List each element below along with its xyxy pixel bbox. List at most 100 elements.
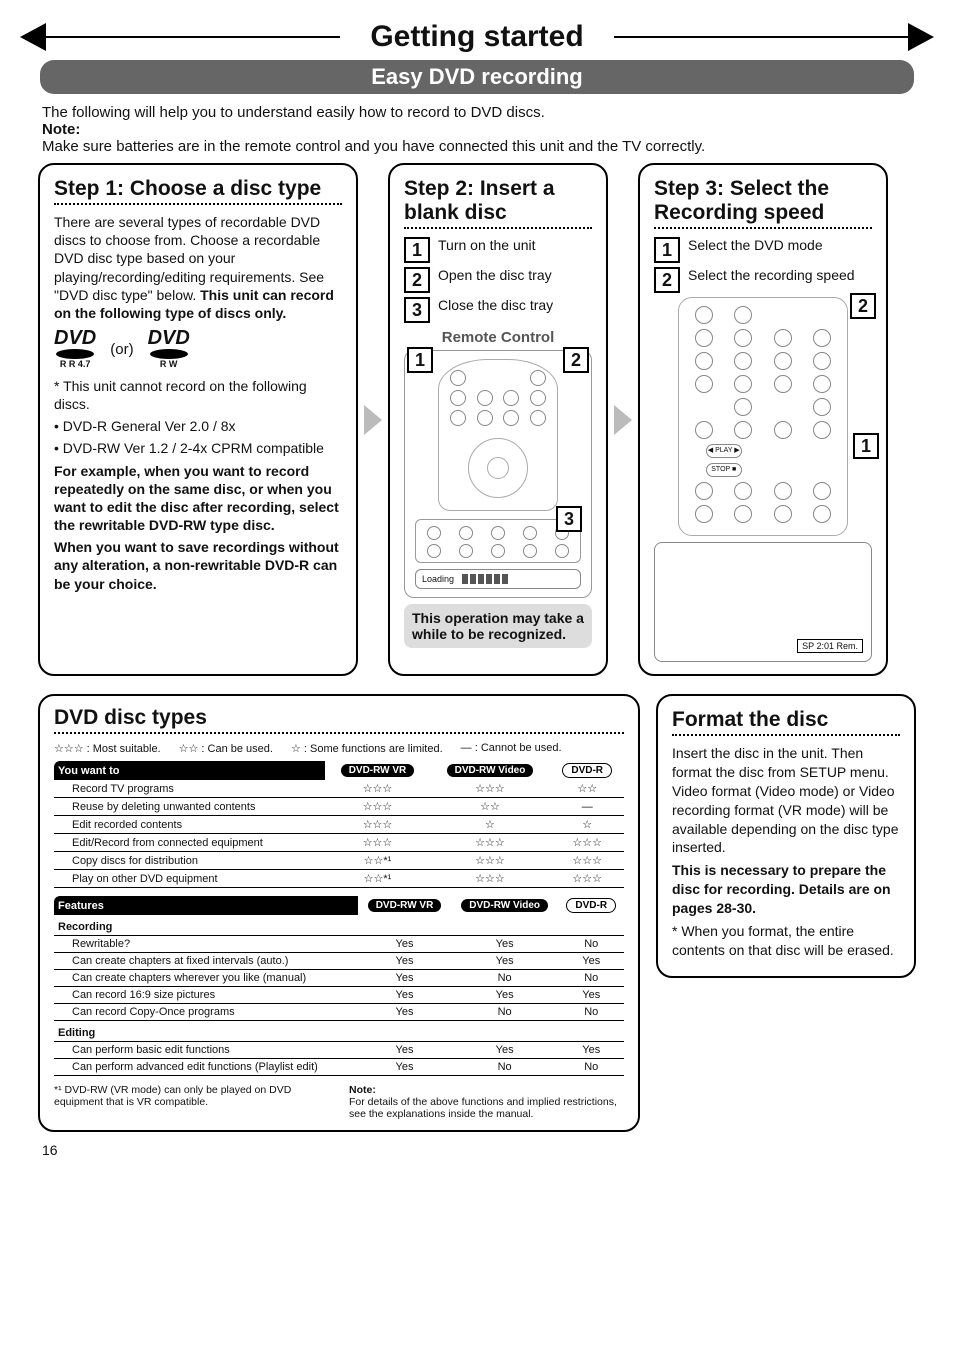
step1-bullet2: • DVD-RW Ver 1.2 / 2-4x CPRM compatible — [54, 439, 342, 457]
table-row: Can create chapters wherever you like (m… — [54, 970, 624, 987]
disc-types-box: DVD disc types ☆☆☆ : Most suitable. ☆☆ :… — [38, 694, 640, 1132]
cell: ☆☆☆ — [430, 852, 551, 870]
row-label: Play on other DVD equipment — [54, 870, 325, 888]
col-dvdr-label: DVD-R — [562, 763, 612, 778]
remote-button-icon — [503, 410, 519, 426]
col-dvdr: DVD-R — [558, 896, 624, 915]
cell: ☆☆☆ — [550, 834, 624, 852]
step2-item3-text: Close the disc tray — [438, 297, 553, 313]
table-row: Reuse by deleting unwanted contents ☆☆☆ … — [54, 798, 624, 816]
remote-button-icon — [450, 410, 466, 426]
num-3-icon: 3 — [404, 297, 430, 323]
step2-item1-text: Turn on the unit — [438, 237, 536, 253]
dvd-r-logo-sub: R R 4.7 — [54, 361, 96, 369]
cell: Yes — [358, 1042, 451, 1059]
row-label: Can create chapters wherever you like (m… — [54, 970, 358, 987]
footnote-2: Note: For details of the above functions… — [349, 1084, 624, 1120]
dvd-rw-logo-text: DVD — [148, 330, 190, 347]
cell: ☆☆☆ — [325, 834, 429, 852]
arrow-right-icon — [614, 405, 632, 435]
step2-item2-text: Open the disc tray — [438, 267, 552, 283]
table-row: Copy discs for distribution ☆☆*¹ ☆☆☆ ☆☆☆ — [54, 852, 624, 870]
num-1-icon: 1 — [654, 237, 680, 263]
cell: Yes — [558, 1042, 624, 1059]
osd-text: SP 2:01 Rem. — [797, 639, 863, 653]
cell: Yes — [451, 936, 559, 953]
col-dvdrw-vr-label: DVD-RW VR — [341, 764, 415, 777]
remote-button-icon — [450, 370, 466, 386]
step3-item1: 1Select the DVD mode — [654, 237, 872, 263]
section-label: Recording — [54, 915, 624, 936]
section-label: Editing — [54, 1021, 624, 1042]
remote-button-icon — [503, 390, 519, 406]
cell: ☆☆*¹ — [325, 852, 429, 870]
intro-line1: The following will help you to understan… — [42, 104, 912, 121]
num-2-icon: 2 — [404, 267, 430, 293]
table-row: Edit/Record from connected equipment ☆☆☆… — [54, 834, 624, 852]
row-label: Rewritable? — [54, 936, 358, 953]
table-row: Edit recorded contents ☆☆☆ ☆ ☆ — [54, 816, 624, 834]
cell: ☆☆☆ — [430, 834, 551, 852]
step1-p3: For example, when you want to record rep… — [54, 462, 342, 535]
format-p2: This is necessary to prepare the disc fo… — [672, 861, 900, 918]
tv-frame-icon: SP 2:01 Rem. — [654, 542, 872, 662]
banner-line — [46, 36, 340, 38]
or-label: (or) — [110, 341, 133, 358]
intro-line2: Make sure batteries are in the remote co… — [42, 138, 912, 155]
cell: Yes — [358, 953, 451, 970]
col-dvdrw-video-label: DVD-RW Video — [447, 764, 534, 777]
steps-row: Step 1: Choose a disc type There are sev… — [38, 163, 916, 676]
cell: No — [451, 1004, 559, 1021]
arrow-right-icon — [364, 405, 382, 435]
col-dvdrw-video-label: DVD-RW Video — [461, 899, 548, 912]
cell: No — [558, 970, 624, 987]
cell: Yes — [358, 1004, 451, 1021]
cell: Yes — [451, 953, 559, 970]
remote-button-icon — [530, 390, 546, 406]
step2-item1: 1Turn on the unit — [404, 237, 592, 263]
row-label: Reuse by deleting unwanted contents — [54, 798, 325, 816]
dvd-rw-logo-icon: DVD R W — [148, 330, 190, 369]
table-row: Rewritable? Yes Yes No — [54, 936, 624, 953]
step1-divider — [54, 203, 342, 205]
callout-2-icon: 2 — [850, 293, 876, 319]
col-dvdrw-video: DVD-RW Video — [451, 896, 559, 915]
cell: Yes — [358, 936, 451, 953]
table2-head: Features — [54, 896, 358, 915]
disc-types-title: DVD disc types — [54, 706, 624, 730]
disc-logos: DVD R R 4.7 (or) DVD R W — [54, 330, 342, 369]
callout-1-icon: 1 — [853, 433, 879, 459]
remote-button-icon — [477, 410, 493, 426]
format-divider — [672, 734, 900, 736]
dvd-r-logo-icon: DVD R R 4.7 — [54, 330, 96, 369]
footnotes: *¹ DVD-RW (VR mode) can only be played o… — [54, 1084, 624, 1120]
cell: ☆☆ — [430, 798, 551, 816]
row-label: Edit/Record from connected equipment — [54, 834, 325, 852]
cell: No — [558, 1004, 624, 1021]
step3-divider — [654, 227, 872, 229]
row-label: Can record Copy-Once programs — [54, 1004, 358, 1021]
step1-bullet1: • DVD-R General Ver 2.0 / 8x — [54, 417, 342, 435]
play-pill-icon: ◀ PLAY ▶ — [706, 444, 742, 458]
section-row: Editing — [54, 1021, 624, 1042]
step1-box: Step 1: Choose a disc type There are sev… — [38, 163, 358, 676]
section-row: Recording — [54, 915, 624, 936]
step2-item3: 3 Close the disc tray — [404, 297, 592, 323]
cell: ☆☆☆ — [325, 780, 429, 798]
table-row: Can perform advanced edit functions (Pla… — [54, 1059, 624, 1076]
intro-block: The following will help you to understan… — [42, 104, 912, 155]
page-subtitle: Easy DVD recording — [40, 60, 914, 94]
footnote2-label: Note: — [349, 1084, 376, 1096]
col-dvdrw-vr: DVD-RW VR — [325, 761, 429, 780]
cell: ☆☆☆ — [550, 870, 624, 888]
table-row: Can create chapters at fixed intervals (… — [54, 953, 624, 970]
table-row: Record TV programs ☆☆☆ ☆☆☆ ☆☆ — [54, 780, 624, 798]
step2-divider — [404, 227, 592, 229]
legend-1star: ☆ : Some functions are limited. — [291, 742, 443, 755]
step2-box: Step 2: Insert a blank disc 1Turn on the… — [388, 163, 608, 676]
format-p1: Insert the disc in the unit. Then format… — [672, 744, 900, 857]
legend-none: — : Cannot be used. — [461, 742, 562, 755]
cell: Yes — [451, 987, 559, 1004]
format-box: Format the disc Insert the disc in the u… — [656, 694, 916, 978]
step1-p1: There are several types of recordable DV… — [54, 213, 342, 322]
